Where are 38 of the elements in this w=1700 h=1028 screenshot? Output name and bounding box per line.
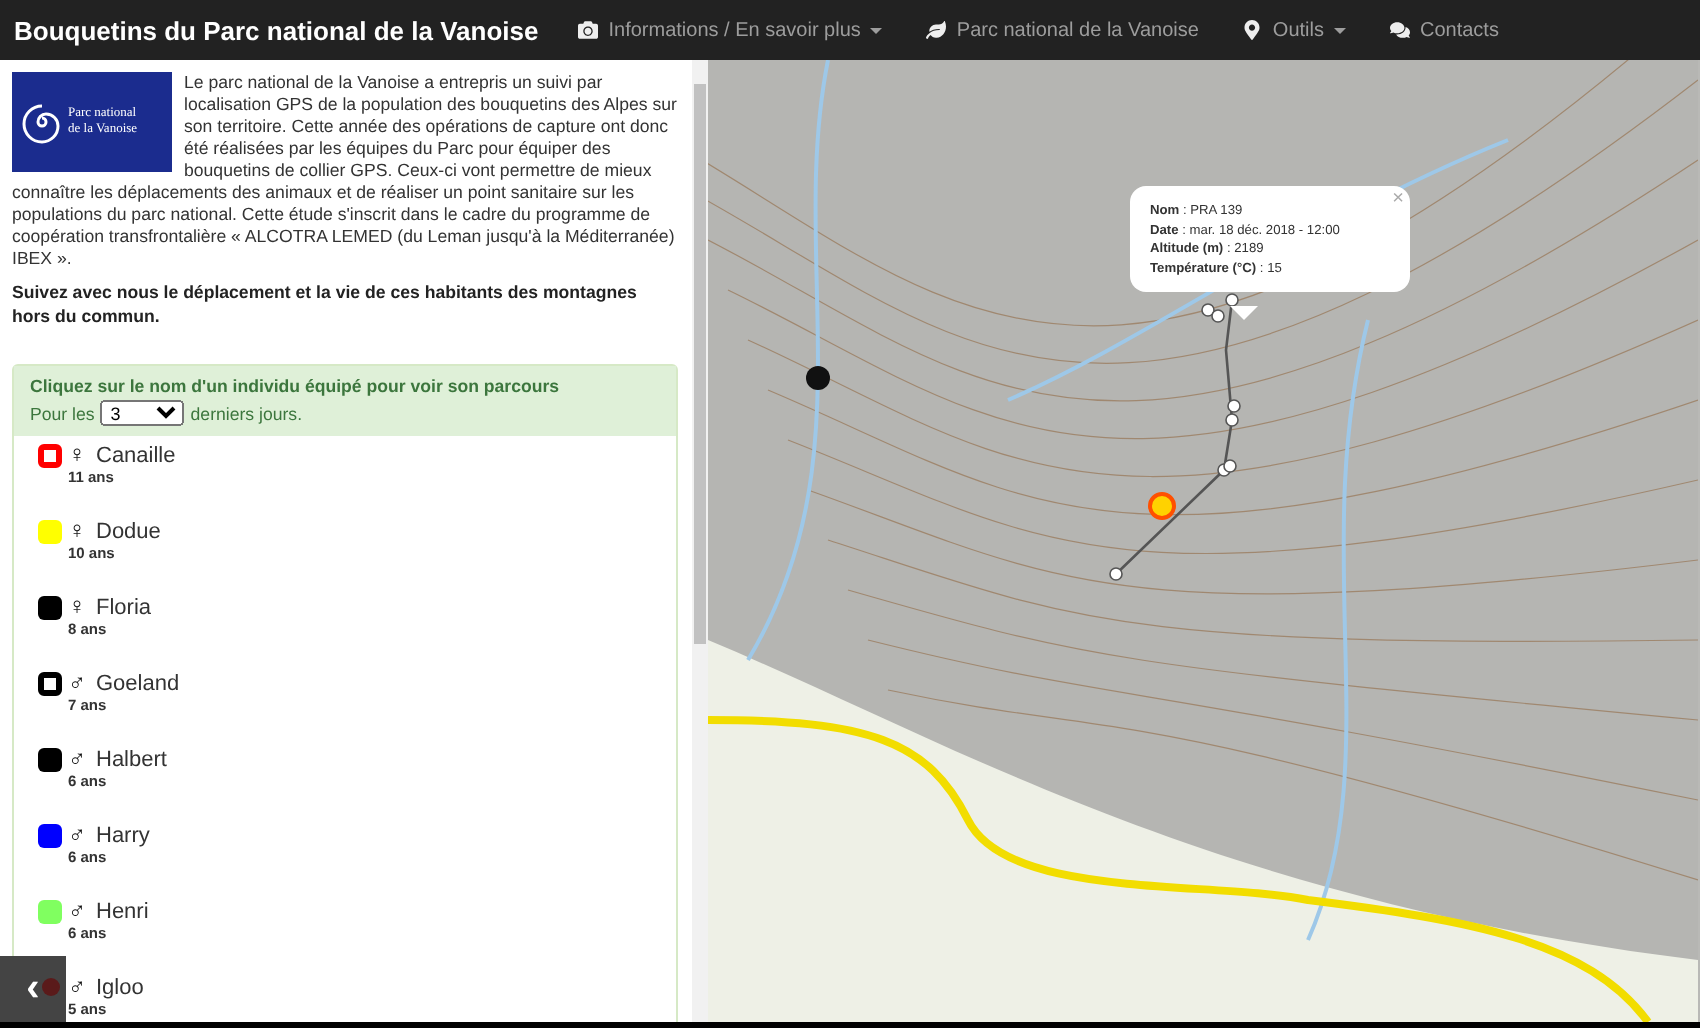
sex-symbol: ♀ xyxy=(68,594,88,620)
caret-icon xyxy=(870,27,883,33)
nav-link[interactable]: Outils xyxy=(1242,19,1346,41)
individual-name[interactable]: Halbert xyxy=(96,747,167,771)
sex-symbol: ♀ xyxy=(68,442,88,468)
individual-name[interactable]: Canaille xyxy=(96,443,176,467)
individual-name[interactable]: Goeland xyxy=(96,671,180,695)
caret-icon xyxy=(1333,27,1346,33)
days-suffix: derniers jours. xyxy=(190,403,303,423)
nav-link[interactable]: Informations / En savoir plus xyxy=(578,19,883,41)
site-title[interactable]: Bouquetins du Parc national de la Vanoise xyxy=(14,15,539,45)
days-select[interactable]: 3 xyxy=(100,400,185,426)
individual-name[interactable]: Dodue xyxy=(96,519,161,543)
leaf-icon xyxy=(926,20,947,40)
intro-paragraph: Le parc national de la Vanoise a entrepris un suivi par localisation GPS de la population des bouquetins des Alpes sur son territoire. Cette année des opérations de capture ont donc été réalisées par les équipes du Parc pour équiper des bouquetins de collier GPS. Ceux-ci vont permettre de mieux xyxy=(184,72,678,182)
sex-symbol: ♂ xyxy=(68,898,88,924)
days-prefix: Pour les xyxy=(30,403,95,423)
popup-pointer xyxy=(1230,306,1258,320)
panel-heading: Cliquez sur le nom d'un individu équipé pour voir son parcours xyxy=(30,376,562,396)
individual-name[interactable]: Igloo xyxy=(96,975,144,999)
nav-link[interactable]: Parc national de la Vanoise xyxy=(926,19,1199,41)
back-button[interactable]: ‹ xyxy=(0,956,66,1022)
nav-link[interactable]: Contacts xyxy=(1389,19,1499,41)
camera-icon xyxy=(578,20,599,40)
sex-symbol: ♂ xyxy=(68,670,88,696)
individual-name[interactable]: Henri xyxy=(96,899,149,923)
scrollbar-thumb[interactable] xyxy=(694,84,706,644)
sex-symbol: ♀ xyxy=(68,518,88,544)
sex-symbol: ♂ xyxy=(68,974,88,1000)
chat-icon xyxy=(1389,20,1410,40)
sex-symbol: ♂ xyxy=(68,822,88,848)
individual-name[interactable]: Harry xyxy=(96,823,150,847)
intro-bold-text: Suivez avec nous le déplacement et la vie de ces habitants des montagnes hors du commun. xyxy=(12,280,639,328)
sex-symbol: ♂ xyxy=(68,746,88,772)
intro-paragraph: connaître les déplacements des animaux et de réaliser un point sanitaire sur les populations du parc national. Cette étude s'inscrit dans le cadre du programme de coopération transfrontalière « ALCOTRA LEMED (du Leman jusqu'à la Méditerranée) IBEX ». xyxy=(12,182,677,270)
individual-name[interactable]: Floria xyxy=(96,595,152,619)
map-pin-icon xyxy=(1242,20,1263,40)
spiral-icon xyxy=(20,100,64,144)
